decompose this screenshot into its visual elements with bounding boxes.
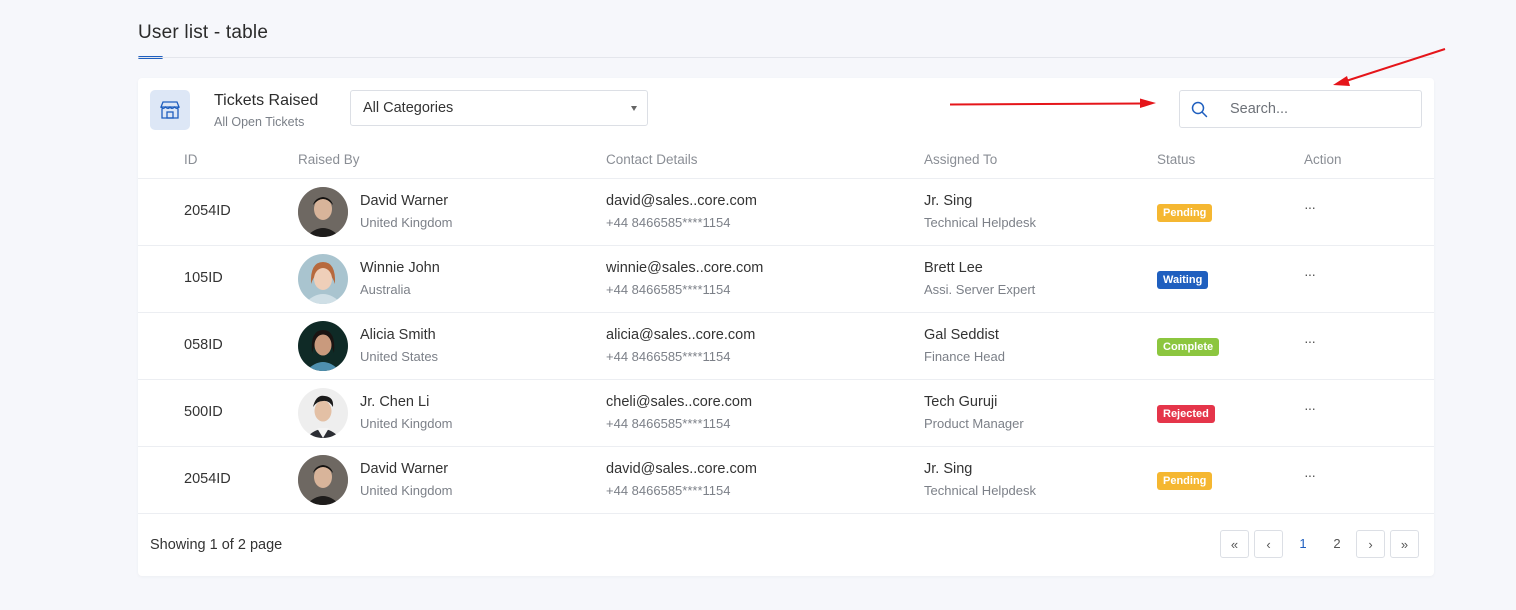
column-header-assigned-to[interactable]: Assigned To — [924, 152, 997, 167]
category-select-value: All Categories — [363, 100, 454, 116]
pagination-page-2[interactable]: 2 — [1323, 530, 1351, 558]
ticket-id: 2054ID — [184, 203, 231, 219]
column-header-status[interactable]: Status — [1157, 152, 1195, 167]
avatar — [298, 321, 348, 371]
table-row[interactable]: 2054ID David Warner United Kingdom david… — [138, 447, 1434, 514]
contact-email[interactable]: cheli@sales..core.com — [606, 394, 752, 410]
contact-phone: +44 8466585****1154 — [606, 416, 731, 431]
search-icon — [1191, 101, 1208, 123]
assignee-name: Jr. Sing — [924, 461, 973, 477]
ticket-id: 105ID — [184, 270, 223, 286]
raised-by-country: United Kingdom — [360, 483, 453, 498]
raised-by-country: Australia — [360, 282, 411, 297]
avatar — [298, 254, 348, 304]
assignee-name: Jr. Sing — [924, 193, 973, 209]
ticket-id: 500ID — [184, 404, 223, 420]
more-actions-icon[interactable]: ··· — [1304, 400, 1316, 416]
status-badge: Waiting — [1157, 271, 1209, 289]
search-box[interactable] — [1179, 90, 1422, 128]
ticket-id: 2054ID — [184, 471, 231, 487]
column-header-id[interactable]: ID — [184, 152, 198, 167]
category-select[interactable]: All Categories — [350, 90, 648, 126]
search-input[interactable] — [1230, 91, 1410, 127]
more-actions-icon[interactable]: ··· — [1304, 467, 1316, 483]
ticket-id: 058ID — [184, 337, 223, 353]
status-badge: Complete — [1157, 338, 1220, 356]
assignee-role: Product Manager — [924, 416, 1024, 431]
avatar — [298, 455, 348, 505]
status-badge: Rejected — [1157, 405, 1215, 423]
table-row[interactable]: 058ID Alicia Smith United States alicia@… — [138, 313, 1434, 380]
raised-by-name[interactable]: Winnie John — [360, 260, 440, 276]
assignee-role: Assi. Server Expert — [924, 282, 1036, 297]
tickets-card: Tickets Raised All Open Tickets All Cate… — [138, 78, 1434, 576]
raised-by-name[interactable]: David Warner — [360, 193, 448, 209]
column-header-action[interactable]: Action — [1304, 152, 1342, 167]
assignee-role: Technical Helpdesk — [924, 483, 1037, 498]
chevron-down-icon — [631, 106, 637, 111]
assignee-role: Technical Helpdesk — [924, 215, 1037, 230]
pagination-first-button[interactable]: « — [1220, 530, 1249, 558]
column-header-raised-by[interactable]: Raised By — [298, 152, 360, 167]
contact-email[interactable]: winnie@sales..core.com — [606, 260, 763, 276]
pagination-last-button[interactable]: » — [1390, 530, 1419, 558]
page-title-divider — [138, 57, 1434, 58]
assignee-name: Brett Lee — [924, 260, 983, 276]
table-row[interactable]: 2054ID David Warner United Kingdom david… — [138, 179, 1434, 246]
table-row[interactable]: 105ID Winnie John Australia winnie@sales… — [138, 246, 1434, 313]
contact-email[interactable]: david@sales..core.com — [606, 461, 757, 477]
assignee-role: Finance Head — [924, 349, 1005, 364]
raised-by-country: United Kingdom — [360, 416, 453, 431]
contact-phone: +44 8466585****1154 — [606, 349, 731, 364]
table-row[interactable]: 500ID Jr. Chen Li United Kingdom cheli@s… — [138, 380, 1434, 447]
raised-by-name[interactable]: Alicia Smith — [360, 327, 436, 343]
pagination-prev-button[interactable]: ‹ — [1254, 530, 1283, 558]
status-badge: Pending — [1157, 472, 1213, 490]
more-actions-icon[interactable]: ··· — [1304, 199, 1316, 215]
store-icon — [150, 90, 190, 130]
raised-by-name[interactable]: Jr. Chen Li — [360, 394, 429, 410]
pagination-next-button[interactable]: › — [1356, 530, 1385, 558]
raised-by-name[interactable]: David Warner — [360, 461, 448, 477]
status-badge: Pending — [1157, 204, 1213, 222]
pagination-summary: Showing 1 of 2 page — [150, 537, 283, 553]
card-title: Tickets Raised — [214, 92, 319, 109]
raised-by-country: United Kingdom — [360, 215, 453, 230]
assignee-name: Gal Seddist — [924, 327, 999, 343]
avatar — [298, 187, 348, 237]
contact-phone: +44 8466585****1154 — [606, 282, 731, 297]
raised-by-country: United States — [360, 349, 439, 364]
column-header-contact-details[interactable]: Contact Details — [606, 152, 698, 167]
more-actions-icon[interactable]: ··· — [1304, 333, 1316, 349]
page-title: User list - table — [138, 22, 269, 43]
contact-email[interactable]: david@sales..core.com — [606, 193, 757, 209]
more-actions-icon[interactable]: ··· — [1304, 266, 1316, 282]
card-subtitle: All Open Tickets — [214, 115, 305, 129]
contact-phone: +44 8466585****1154 — [606, 215, 731, 230]
avatar — [298, 388, 348, 438]
pagination-page-1[interactable]: 1 — [1289, 530, 1317, 558]
assignee-name: Tech Guruji — [924, 394, 998, 410]
contact-email[interactable]: alicia@sales..core.com — [606, 327, 755, 343]
contact-phone: +44 8466585****1154 — [606, 483, 731, 498]
